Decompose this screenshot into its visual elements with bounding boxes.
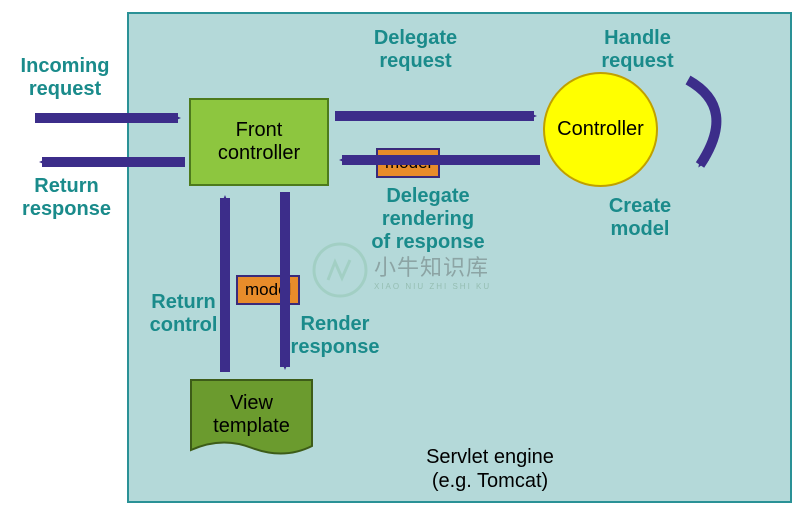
model-tag-1: model — [376, 148, 440, 178]
view-template-node: Viewtemplate — [189, 378, 314, 463]
label-render-response: Renderresponse — [275, 313, 395, 359]
label-return-control: Returncontrol — [136, 291, 231, 337]
controller-node: Controller — [543, 72, 658, 187]
front-controller-node: Frontcontroller — [189, 98, 329, 186]
label-incoming-request: Incomingrequest — [5, 55, 125, 101]
watermark: 小牛知识库 XIAO NIU ZHI SHI KU — [310, 240, 510, 300]
model-tag-2: model — [236, 275, 300, 305]
watermark-subtitle: XIAO NIU ZHI SHI KU — [374, 282, 510, 291]
front-controller-text: Frontcontroller — [218, 119, 300, 165]
controller-text: Controller — [557, 118, 644, 141]
label-delegate-request: Delegaterequest — [358, 27, 473, 73]
watermark-title: 小牛知识库 — [374, 250, 510, 282]
label-handle-request: Handlerequest — [585, 27, 690, 73]
label-return-response: Returnresponse — [10, 175, 123, 221]
label-create-model: Createmodel — [590, 195, 690, 241]
servlet-engine-caption: Servlet engine(e.g. Tomcat) — [360, 445, 620, 493]
view-template-text: Viewtemplate — [189, 392, 314, 438]
